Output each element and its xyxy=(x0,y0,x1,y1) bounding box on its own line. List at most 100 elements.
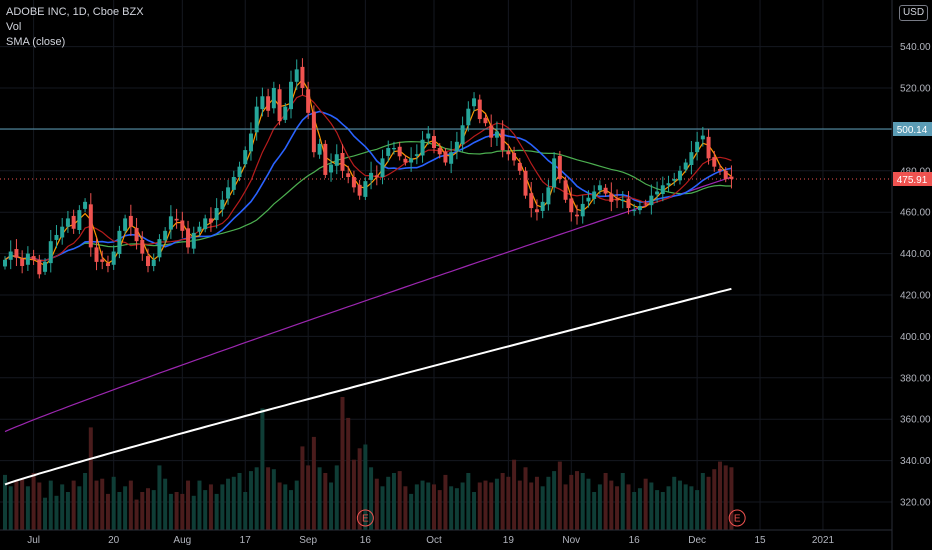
volume-bar xyxy=(180,493,185,530)
volume-indicator-label[interactable]: Vol xyxy=(6,20,144,35)
volume-bar xyxy=(151,490,156,530)
candle-body xyxy=(575,214,579,217)
candle-body xyxy=(380,158,385,178)
volume-bar xyxy=(534,476,539,530)
volume-bar xyxy=(43,497,48,530)
time-tick-label: 16 xyxy=(629,535,641,546)
volume-bar xyxy=(271,469,276,530)
volume-bar xyxy=(489,482,494,530)
candle-body xyxy=(597,185,602,191)
candle-body xyxy=(414,154,419,156)
candle-body xyxy=(718,169,722,171)
volume-bar xyxy=(557,461,562,530)
volume-bar xyxy=(140,492,145,530)
volume-bar xyxy=(88,427,93,530)
volume-bar xyxy=(289,490,293,530)
candle-body xyxy=(48,241,53,264)
candle-body xyxy=(540,201,545,211)
candle-body xyxy=(500,128,505,151)
volume-bar xyxy=(346,417,351,530)
volume-bar xyxy=(397,471,402,530)
svg-text:475.91: 475.91 xyxy=(897,175,928,186)
volume-bar xyxy=(609,480,614,530)
volume-bar xyxy=(563,484,568,530)
volume-bar xyxy=(672,476,677,530)
candle-body xyxy=(54,234,59,240)
candle-body xyxy=(426,133,431,139)
volume-bar xyxy=(243,492,248,530)
candle-body xyxy=(460,125,465,145)
candle-body xyxy=(700,135,705,140)
sma-indicator-label[interactable]: SMA (close) xyxy=(6,35,144,50)
volume-bar xyxy=(203,490,208,530)
time-tick-label: Nov xyxy=(562,535,580,546)
volume-bar xyxy=(111,476,116,530)
currency-badge[interactable]: USD xyxy=(899,5,928,21)
volume-bar xyxy=(294,480,299,530)
candle-body xyxy=(346,173,351,178)
candle-body xyxy=(83,201,88,209)
time-tick-label: 15 xyxy=(754,535,766,546)
candle-body xyxy=(729,176,734,180)
volume-bar xyxy=(660,492,665,530)
candle-body xyxy=(489,125,494,138)
candle-body xyxy=(506,151,511,155)
candle-body xyxy=(208,218,213,223)
candle-body xyxy=(557,155,562,180)
candle-body xyxy=(197,226,202,232)
candle-body xyxy=(340,152,345,171)
candle-body xyxy=(283,106,288,120)
volume-bar xyxy=(695,490,700,530)
volume-bar xyxy=(197,480,202,530)
candle-body xyxy=(289,81,293,110)
candle-body xyxy=(615,199,620,201)
candle-body xyxy=(266,96,271,111)
price-tick-label: 340.00 xyxy=(900,456,931,467)
volume-bar xyxy=(432,484,436,530)
volume-bar xyxy=(128,480,133,530)
time-tick-label: 16 xyxy=(360,535,372,546)
volume-bar xyxy=(649,482,654,530)
price-chart[interactable]: E E 320.00 340.00 360.00 380.00 400.00 420.00 4… xyxy=(0,0,932,550)
volume-bar xyxy=(323,473,328,530)
candle-body xyxy=(191,232,196,249)
candle-body xyxy=(14,249,19,258)
volume-bar xyxy=(637,488,642,530)
volume-bar xyxy=(260,408,265,530)
candle-body xyxy=(277,89,282,122)
volume-bar xyxy=(569,474,574,530)
candle-body xyxy=(94,247,99,262)
candle-body xyxy=(226,187,231,199)
volume-bar xyxy=(380,486,385,530)
candle-body xyxy=(43,261,48,272)
volume-bar xyxy=(437,490,442,530)
volume-bar xyxy=(391,473,396,530)
candle-body xyxy=(105,263,110,267)
volume-bar xyxy=(334,465,339,530)
candle-body xyxy=(409,158,414,163)
candle-body xyxy=(168,216,173,230)
candle-body xyxy=(351,177,356,188)
candle-body xyxy=(563,180,568,200)
candle-body xyxy=(317,143,322,155)
volume-bar xyxy=(117,492,122,530)
volume-bar xyxy=(500,473,505,530)
volume-bar xyxy=(677,480,682,530)
candle-body xyxy=(329,164,334,173)
candle-body xyxy=(71,215,76,229)
svg-text:500.14: 500.14 xyxy=(897,125,928,136)
candle-body xyxy=(163,230,168,241)
candle-body xyxy=(586,197,591,202)
volume-bar xyxy=(626,484,631,530)
volume-bar xyxy=(329,482,334,530)
volume-bar xyxy=(231,476,236,530)
volume-bar xyxy=(266,467,271,530)
last-price-tag: 475.91 xyxy=(893,172,932,186)
volume-bar xyxy=(248,471,253,530)
volume-bar xyxy=(340,397,345,530)
volume-bar xyxy=(157,465,162,530)
symbol-title[interactable]: ADOBE INC, 1D, Cboe BZX xyxy=(6,5,144,20)
volume-bar xyxy=(8,486,13,530)
candle-body xyxy=(432,136,436,149)
candle-body xyxy=(386,148,391,156)
